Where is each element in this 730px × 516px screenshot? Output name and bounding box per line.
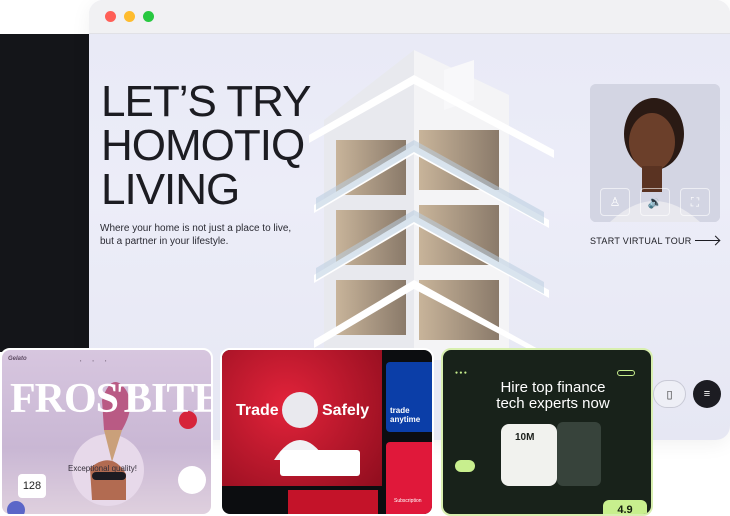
order-button[interactable] xyxy=(92,472,126,480)
frost-bites-preview[interactable]: Gelato ▪ ▪ ▪ FROST BITES 128 Exceptional… xyxy=(0,348,213,516)
volume-icon[interactable]: 🔉 xyxy=(640,188,670,216)
finance-hiring-preview[interactable]: ● ● ● Hire top finance tech experts now … xyxy=(441,348,653,516)
building-image xyxy=(309,50,554,360)
menu-button[interactable] xyxy=(617,370,635,376)
subscription-label: Subscription xyxy=(394,498,422,504)
footer-panel xyxy=(288,490,378,514)
phone-icon[interactable]: ▯ xyxy=(653,380,686,408)
hire-headline: Hire top finance tech experts now xyxy=(496,379,610,412)
toggle-pill[interactable] xyxy=(455,460,475,472)
start-virtual-tour-link[interactable]: START VIRTUAL TOUR xyxy=(590,236,692,246)
maximize-window-button[interactable] xyxy=(143,11,154,22)
person-icon[interactable]: ♙ xyxy=(600,188,630,216)
trade-anytime-text: trade anytime xyxy=(390,406,421,424)
count-badge: 128 xyxy=(18,474,46,498)
hero-subtitle: Where your home is not just a place to l… xyxy=(100,223,292,247)
bites-heading: BITES xyxy=(124,376,211,422)
rating-badge: 4.9 xyxy=(603,500,647,514)
arrow-right-icon[interactable] xyxy=(695,240,719,241)
minimize-window-button[interactable] xyxy=(124,11,135,22)
promo-pink-panel xyxy=(386,442,432,514)
virtual-tour-card[interactable]: ♙ 🔉 ⛶ xyxy=(590,84,720,222)
safely-heading: Safely xyxy=(322,402,370,419)
trade-safely-preview[interactable]: Trade Safely trade anytime Subscription xyxy=(220,348,434,516)
trade-heading: Trade xyxy=(236,402,279,419)
showcase: LET’S TRY HOMOTIQ LIVING Where your home… xyxy=(0,0,730,516)
close-window-button[interactable] xyxy=(105,11,116,22)
expert-photo xyxy=(557,422,601,486)
background-slab xyxy=(0,34,92,352)
amount-label: 10M xyxy=(515,432,535,443)
fullscreen-icon[interactable]: ⛶ xyxy=(680,188,710,216)
database-icon[interactable]: ≡ xyxy=(693,380,721,408)
title-bar xyxy=(89,0,730,34)
brand-logo: ● ● ● xyxy=(455,370,467,376)
